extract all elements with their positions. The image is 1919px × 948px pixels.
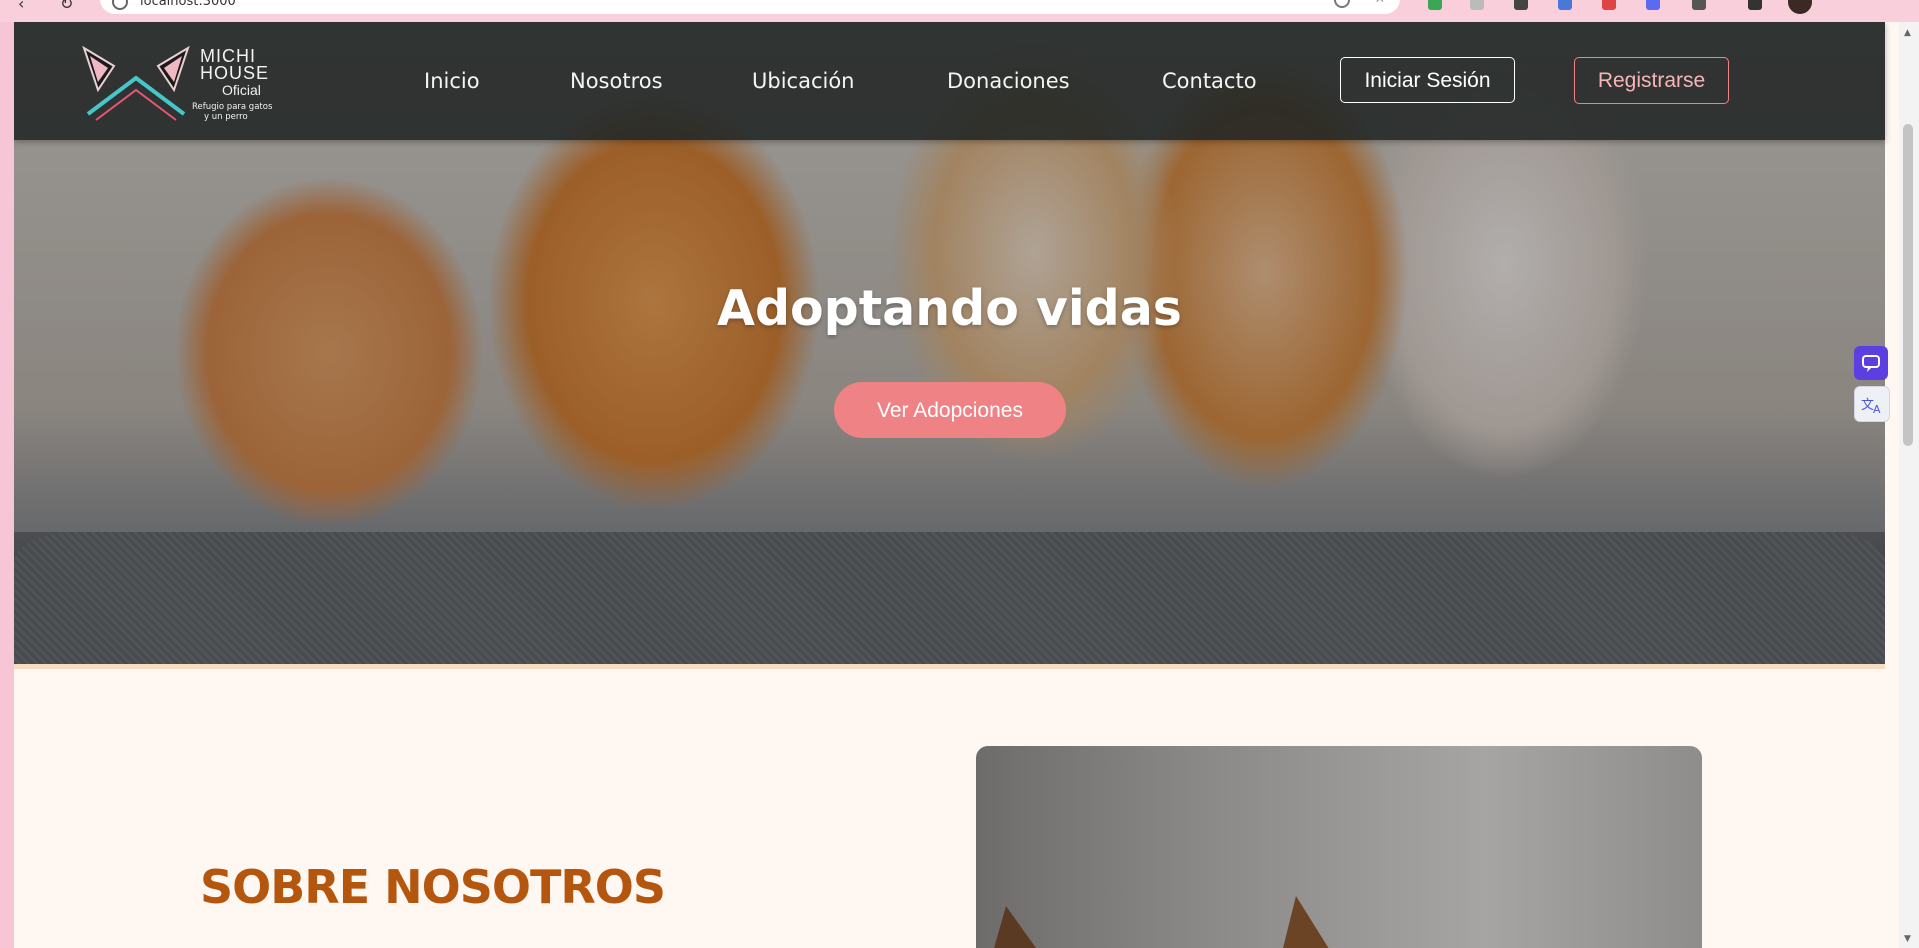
hero-overlay	[14, 532, 1885, 664]
extension-icon[interactable]	[1428, 0, 1442, 10]
nav-link-nosotros[interactable]: Nosotros	[570, 69, 663, 93]
hero-divider	[14, 664, 1885, 669]
about-section-title: SOBRE NOSOTROS	[200, 860, 666, 914]
register-button[interactable]: Registrarse	[1574, 57, 1729, 104]
logo-brand: MICHI HOUSE Oficial	[200, 47, 270, 99]
chat-widget-button[interactable]	[1854, 346, 1888, 380]
logo-brand-line2: HOUSE	[200, 63, 270, 83]
page-scrollbar[interactable]: ▲ ▼	[1899, 22, 1919, 948]
extension-icon[interactable]	[1470, 0, 1484, 10]
site-header: MICHI HOUSE Oficial Refugio para gatos y…	[14, 22, 1885, 140]
svg-text:A: A	[1873, 403, 1881, 416]
translate-icon: 文 A	[1861, 398, 1881, 416]
cat-ears-logo-icon	[82, 45, 190, 121]
profile-avatar[interactable]	[1788, 0, 1812, 14]
bookmark-star-icon[interactable]: ☆	[1373, 0, 1386, 6]
site-logo[interactable]: MICHI HOUSE Oficial Refugio para gatos y…	[76, 40, 286, 124]
nav-link-contacto[interactable]: Contacto	[1162, 69, 1257, 93]
logo-tagline-line1: Refugio para gatos	[192, 102, 273, 112]
back-icon[interactable]: ‹	[18, 0, 24, 13]
scrollbar-thumb[interactable]	[1903, 124, 1913, 446]
view-adoptions-button[interactable]: Ver Adopciones	[834, 382, 1066, 438]
lens-icon[interactable]	[1334, 0, 1350, 8]
extension-icon[interactable]	[1602, 0, 1616, 10]
scroll-down-arrow-icon[interactable]: ▼	[1904, 934, 1911, 944]
scroll-up-arrow-icon[interactable]: ▲	[1904, 28, 1911, 38]
browser-toolbar: ‹ ↻ localhost:3000 ☆	[0, 0, 1919, 22]
chat-icon	[1862, 355, 1880, 372]
about-photo	[976, 746, 1702, 948]
hero-title: Adoptando vidas	[717, 280, 1182, 337]
login-button[interactable]: Iniciar Sesión	[1340, 57, 1515, 103]
logo-brand-line3: Oficial	[222, 82, 261, 98]
extension-icon[interactable]	[1558, 0, 1572, 10]
extensions-puzzle-icon[interactable]	[1692, 0, 1706, 10]
nav-link-ubicacion[interactable]: Ubicación	[752, 69, 855, 93]
nav-link-donaciones[interactable]: Donaciones	[947, 69, 1070, 93]
logo-tagline-line2: y un perro	[204, 112, 248, 122]
extension-icon[interactable]	[1514, 0, 1528, 10]
cat-ears-photo	[994, 896, 1329, 948]
extension-icon[interactable]	[1646, 0, 1660, 10]
nav-link-inicio[interactable]: Inicio	[424, 69, 480, 93]
reload-icon[interactable]: ↻	[60, 0, 73, 13]
address-bar[interactable]: localhost:3000 ☆	[100, 0, 1400, 14]
site-info-icon[interactable]	[112, 0, 128, 10]
address-url[interactable]: localhost:3000	[140, 0, 236, 9]
page-viewport: Adoptando vidas Ver Adopciones MICHI HOU…	[0, 22, 1899, 948]
media-icon[interactable]	[1748, 0, 1762, 10]
translate-widget-button[interactable]: 文 A	[1854, 386, 1890, 422]
logo-tagline: Refugio para gatos y un perro	[192, 102, 272, 122]
